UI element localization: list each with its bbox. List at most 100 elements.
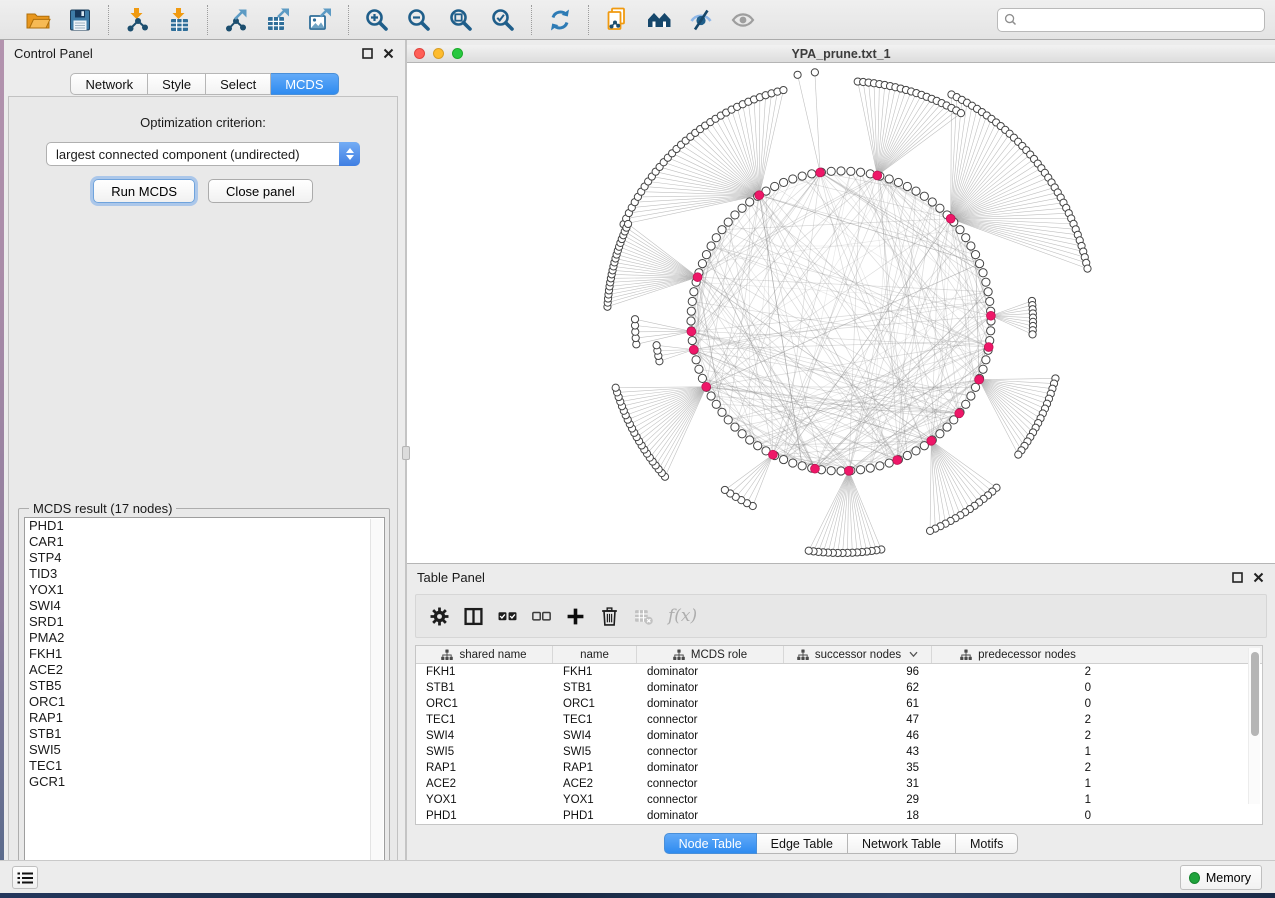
column-header-MCDS-role[interactable]: MCDS role <box>637 646 784 663</box>
table-row[interactable]: SWI5SWI5connector431 <box>416 744 1262 760</box>
ring-node[interactable] <box>707 392 715 400</box>
export-image-button[interactable] <box>304 4 336 36</box>
ring-node[interactable] <box>789 175 797 183</box>
table-row[interactable]: SWI4SWI4dominator462 <box>416 728 1262 744</box>
vertical-splitter-grip[interactable] <box>402 446 410 460</box>
ring-node[interactable] <box>876 462 884 470</box>
mcds-result-item[interactable]: GCR1 <box>25 774 384 790</box>
table-row[interactable]: YOX1YOX1connector291 <box>416 792 1262 808</box>
mcds-result-item[interactable]: SWI4 <box>25 598 384 614</box>
mcds-result-item[interactable]: RAP1 <box>25 710 384 726</box>
ring-node[interactable] <box>688 297 696 305</box>
dominator-node[interactable] <box>816 168 825 177</box>
mcds-result-item[interactable]: STP4 <box>25 550 384 566</box>
ring-node[interactable] <box>885 459 893 467</box>
dominator-node[interactable] <box>987 311 996 320</box>
dominator-node[interactable] <box>702 382 711 391</box>
memory-button[interactable]: Memory <box>1180 865 1262 890</box>
mcds-list-scrollbar[interactable] <box>370 519 383 872</box>
leaf-node[interactable] <box>721 486 728 493</box>
column-header-successor-nodes[interactable]: successor nodes <box>784 646 932 663</box>
ring-node[interactable] <box>856 168 864 176</box>
ring-node[interactable] <box>936 430 944 438</box>
task-history-button[interactable] <box>12 866 38 889</box>
dominator-node[interactable] <box>873 171 882 180</box>
dominator-node[interactable] <box>687 327 696 336</box>
ring-node[interactable] <box>979 269 987 277</box>
ring-node[interactable] <box>746 436 754 444</box>
ring-node[interactable] <box>962 400 970 408</box>
ring-node[interactable] <box>856 466 864 474</box>
ring-node[interactable] <box>920 192 928 200</box>
dominator-node[interactable] <box>927 436 936 445</box>
tab-node-table[interactable]: Node Table <box>664 833 757 854</box>
open-session-button[interactable] <box>22 4 54 36</box>
ring-node[interactable] <box>943 423 951 431</box>
network-window-titlebar[interactable]: YPA_prune.txt_1 <box>407 45 1275 63</box>
mcds-result-item[interactable]: SRD1 <box>25 614 384 630</box>
tab-network[interactable]: Network <box>70 73 148 95</box>
mcds-result-item[interactable]: YOX1 <box>25 582 384 598</box>
ring-node[interactable] <box>707 242 715 250</box>
select-all-button[interactable] <box>498 605 517 627</box>
column-header-predecessor-nodes[interactable]: predecessor nodes <box>932 646 1104 663</box>
leaf-node[interactable] <box>1029 331 1036 338</box>
dominator-node[interactable] <box>984 343 993 352</box>
save-session-button[interactable] <box>64 4 96 36</box>
ring-node[interactable] <box>962 234 970 242</box>
ring-node[interactable] <box>789 459 797 467</box>
dominator-node[interactable] <box>893 456 902 465</box>
mcds-result-item[interactable]: SWI5 <box>25 742 384 758</box>
tab-style[interactable]: Style <box>148 73 206 95</box>
ring-node[interactable] <box>827 467 835 475</box>
ring-node[interactable] <box>779 178 787 186</box>
table-row[interactable]: FKH1FKH1dominator962 <box>416 664 1262 680</box>
table-row[interactable]: ACE2ACE2connector311 <box>416 776 1262 792</box>
ring-node[interactable] <box>731 211 739 219</box>
deselect-all-button[interactable] <box>532 605 551 627</box>
ring-node[interactable] <box>971 251 979 259</box>
close-panel-icon[interactable] <box>382 47 395 60</box>
ring-node[interactable] <box>912 187 920 195</box>
tab-network-table[interactable]: Network Table <box>848 833 956 854</box>
ring-node[interactable] <box>702 251 710 259</box>
ring-node[interactable] <box>847 167 855 175</box>
mcds-result-item[interactable]: PHD1 <box>25 518 384 534</box>
table-row[interactable]: ORC1ORC1dominator610 <box>416 696 1262 712</box>
leaf-node[interactable] <box>612 384 619 391</box>
column-header-name[interactable]: name <box>553 646 637 663</box>
table-row[interactable]: STB1STB1dominator620 <box>416 680 1262 696</box>
ring-node[interactable] <box>903 451 911 459</box>
ring-node[interactable] <box>798 462 806 470</box>
export-table-button[interactable] <box>262 4 294 36</box>
ring-node[interactable] <box>695 365 703 373</box>
mcds-result-item[interactable]: ACE2 <box>25 662 384 678</box>
mcds-result-item[interactable]: FKH1 <box>25 646 384 662</box>
ring-node[interactable] <box>738 204 746 212</box>
ring-node[interactable] <box>779 455 787 463</box>
zoom-in-button[interactable] <box>361 4 393 36</box>
leaf-node[interactable] <box>805 547 812 554</box>
dominator-node[interactable] <box>689 345 698 354</box>
dominator-node[interactable] <box>693 273 702 282</box>
leaf-node[interactable] <box>1084 265 1091 272</box>
ring-node[interactable] <box>982 278 990 286</box>
ring-node[interactable] <box>928 198 936 206</box>
leaf-node[interactable] <box>794 71 801 78</box>
dominator-node[interactable] <box>755 191 764 200</box>
table-options-button[interactable] <box>430 605 449 627</box>
dominator-node[interactable] <box>975 375 984 384</box>
leaf-node[interactable] <box>624 220 631 227</box>
ring-node[interactable] <box>687 317 695 325</box>
dominator-node[interactable] <box>769 450 778 459</box>
ring-node[interactable] <box>798 172 806 180</box>
ring-node[interactable] <box>837 467 845 475</box>
dominator-node[interactable] <box>955 409 964 418</box>
group-nodes-button[interactable] <box>643 4 675 36</box>
ring-node[interactable] <box>837 167 845 175</box>
search-input[interactable] <box>1021 10 1258 30</box>
leaf-node[interactable] <box>780 86 787 93</box>
leaf-node[interactable] <box>653 342 660 349</box>
ring-node[interactable] <box>718 226 726 234</box>
mcds-result-item[interactable]: TEC1 <box>25 758 384 774</box>
